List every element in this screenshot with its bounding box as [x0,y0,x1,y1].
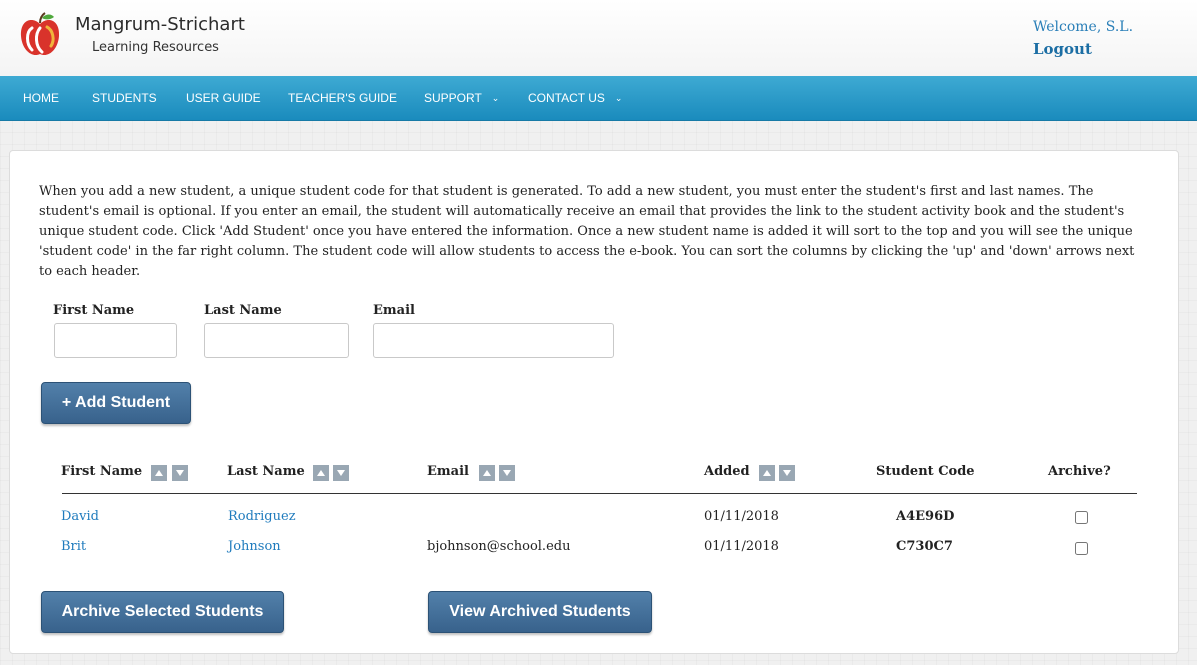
apple-logo-icon[interactable] [18,12,62,60]
brand-subtitle: Learning Resources [92,40,219,55]
first-name-label: First Name [53,303,135,318]
nav-item-label: SUPPORT [424,91,482,105]
nav-item-label: TEACHER'S GUIDE [288,91,397,105]
student-added-date: 01/11/2018 [704,509,779,524]
header-last-name: Last Name [227,464,305,479]
logout-link[interactable]: Logout [1033,40,1092,58]
last-name-label: Last Name [204,303,282,318]
email-input[interactable] [373,323,614,358]
student-first-name[interactable]: David [61,509,99,524]
sort-up-icon[interactable] [759,465,775,481]
archive-selected-button[interactable]: Archive Selected Students [41,591,284,633]
header-email: Email [427,464,469,479]
sort-up-icon[interactable] [479,465,495,481]
nav-item-students[interactable]: STUDENTS [92,76,157,120]
first-name-input[interactable] [54,323,177,358]
main-nav: HOME STUDENTS USER GUIDE TEACHER'S GUIDE… [0,76,1197,121]
archive-checkbox[interactable] [1075,511,1088,524]
header-first-name: First Name [61,464,143,479]
add-student-button[interactable]: + Add Student [41,382,191,424]
student-last-name[interactable]: Johnson [228,539,281,554]
student-email: bjohnson@school.edu [427,539,571,554]
nav-item-teachers-guide[interactable]: TEACHER'S GUIDE [288,76,397,120]
chevron-down-icon: ⌄ [491,93,500,103]
nav-item-label: CONTACT US [528,91,605,105]
nav-item-support[interactable]: SUPPORT ⌄ [424,76,499,120]
header-added: Added [704,464,750,479]
nav-item-label: STUDENTS [92,91,157,105]
header-student-code: Student Code [876,464,975,479]
chevron-down-icon: ⌄ [614,93,623,103]
header-archive: Archive? [1048,464,1111,479]
student-last-name[interactable]: Rodriguez [228,509,296,524]
nav-item-contact-us[interactable]: CONTACT US ⌄ [528,76,622,120]
welcome-text: Welcome, S.L. [1033,19,1134,35]
student-added-date: 01/11/2018 [704,539,779,554]
nav-item-user-guide[interactable]: USER GUIDE [186,76,261,120]
site-header: Mangrum-Strichart Learning Resources Wel… [0,0,1197,76]
email-label: Email [373,303,415,318]
nav-item-label: USER GUIDE [186,91,261,105]
sort-down-icon[interactable] [499,465,515,481]
student-first-name[interactable]: Brit [61,539,86,554]
last-name-input[interactable] [204,323,349,358]
sort-down-icon[interactable] [779,465,795,481]
nav-item-home[interactable]: HOME [23,76,59,120]
student-code: C730C7 [896,539,953,554]
students-panel: When you add a new student, a unique stu… [9,150,1179,654]
sort-up-icon[interactable] [313,465,329,481]
view-archived-button[interactable]: View Archived Students [428,591,652,633]
brand-name: Mangrum-Strichart [75,14,245,35]
sort-down-icon[interactable] [333,465,349,481]
instructions-text: When you add a new student, a unique stu… [39,184,1135,279]
student-code: A4E96D [896,509,955,524]
sort-up-icon[interactable] [151,465,167,481]
table-divider [62,493,1137,494]
nav-item-label: HOME [23,91,59,105]
sort-down-icon[interactable] [172,465,188,481]
archive-checkbox[interactable] [1075,542,1088,555]
